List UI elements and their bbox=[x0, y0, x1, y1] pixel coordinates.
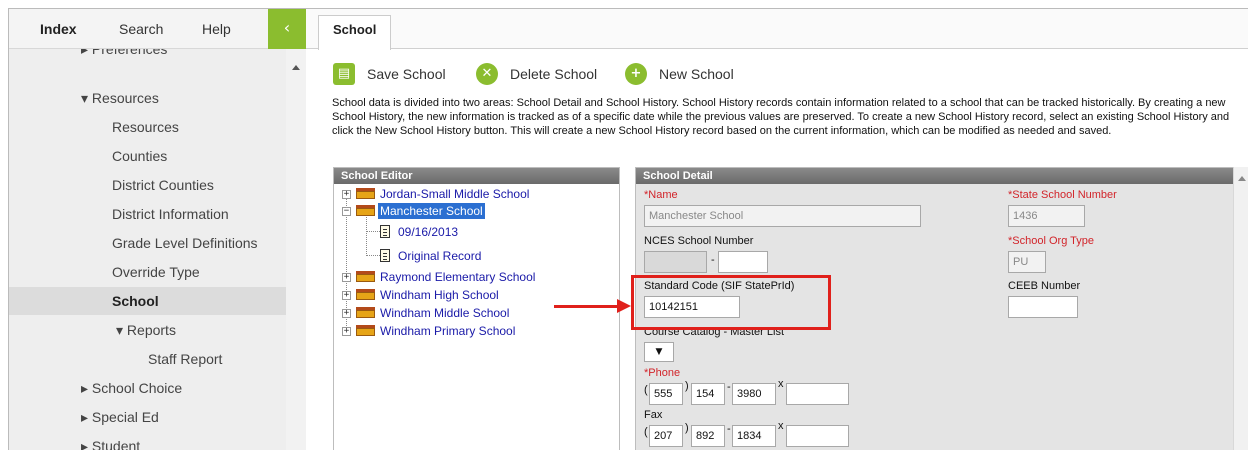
expand-icon[interactable]: + bbox=[342, 273, 351, 282]
collapse-sidebar-button[interactable]: ‹ bbox=[268, 9, 306, 49]
tab-school[interactable]: School bbox=[318, 15, 392, 50]
sidebar-item-grade-level-definitions[interactable]: Grade Level Definitions bbox=[112, 229, 258, 257]
chevron-down-icon: ▼ bbox=[655, 347, 663, 357]
sidebar-tabs: Index Search Help ‹ bbox=[9, 9, 306, 49]
save-icon: ▤ bbox=[333, 63, 355, 85]
school-bus-icon bbox=[356, 271, 375, 282]
collapse-icon[interactable]: − bbox=[342, 207, 351, 216]
sidebar-item-resources[interactable]: Resources bbox=[112, 113, 179, 141]
fax-label: Fax bbox=[644, 409, 663, 421]
delete-icon: ✕ bbox=[476, 63, 498, 85]
tree-line bbox=[366, 255, 380, 256]
nces-field-2[interactable] bbox=[718, 251, 768, 273]
document-icon bbox=[380, 249, 390, 262]
document-icon bbox=[380, 225, 390, 238]
school-bus-icon bbox=[356, 188, 375, 199]
state-school-number-label: *State School Number bbox=[1008, 189, 1117, 201]
chevron-left-icon: ‹ bbox=[283, 18, 291, 37]
ceeb-field[interactable] bbox=[1008, 296, 1078, 318]
main-area: School ▤ Save School ✕ Delete School + N… bbox=[306, 9, 1248, 450]
school-org-type-field[interactable]: PU bbox=[1008, 251, 1046, 273]
tree-line bbox=[366, 231, 380, 232]
plus-icon: + bbox=[625, 63, 647, 85]
main-tabbar: School bbox=[306, 9, 1248, 50]
phone-line-field[interactable]: 3980 bbox=[732, 383, 776, 405]
annotation-arrow bbox=[554, 305, 620, 308]
fax-ext-mark: x bbox=[778, 420, 784, 432]
school-editor-title: School Editor bbox=[334, 168, 619, 184]
school-bus-icon bbox=[356, 205, 375, 216]
sidebar-item-reports-folder[interactable]: ▾ Reports bbox=[116, 316, 176, 344]
sidebar-item-staff-report[interactable]: Staff Report bbox=[148, 345, 222, 373]
tab-index[interactable]: Index bbox=[40, 9, 77, 49]
sidebar-item-special-ed[interactable]: ▸ Special Ed bbox=[81, 403, 159, 431]
sidebar-item-school[interactable]: School bbox=[9, 287, 286, 315]
school-editor-panel: School Editor + Jordan-Small Middle Scho… bbox=[333, 167, 620, 450]
fax-area-field[interactable]: 207 bbox=[649, 425, 683, 447]
expand-icon[interactable]: + bbox=[342, 309, 351, 318]
sidebar-item-school-choice[interactable]: ▸ School Choice bbox=[81, 374, 182, 402]
school-org-type-label: *School Org Type bbox=[1008, 235, 1095, 247]
phone-paren-close: ) bbox=[685, 380, 689, 392]
sidebar: Index Search Help ‹ ▸ Preferences ▾ Reso… bbox=[9, 9, 306, 450]
info-text: School data is divided into two areas: S… bbox=[332, 97, 1230, 137]
tab-help[interactable]: Help bbox=[202, 9, 231, 49]
sidebar-item-resources-folder[interactable]: ▾ Resources bbox=[81, 84, 159, 112]
fax-line-field[interactable]: 1834 bbox=[732, 425, 776, 447]
scroll-up-icon[interactable] bbox=[1238, 176, 1246, 181]
phone-prefix-field[interactable]: 154 bbox=[691, 383, 725, 405]
expand-icon[interactable]: + bbox=[342, 291, 351, 300]
tab-search[interactable]: Search bbox=[119, 9, 163, 49]
fax-ext-field[interactable] bbox=[786, 425, 849, 447]
phone-dash: - bbox=[727, 381, 731, 393]
phone-area-field[interactable]: 555 bbox=[649, 383, 683, 405]
sidebar-item-counties[interactable]: Counties bbox=[112, 142, 167, 170]
sidebar-item-district-counties[interactable]: District Counties bbox=[112, 171, 214, 199]
app-frame: Index Search Help ‹ ▸ Preferences ▾ Reso… bbox=[8, 8, 1248, 450]
fax-paren-close: ) bbox=[685, 422, 689, 434]
fax-paren-open: ( bbox=[644, 426, 648, 438]
sidebar-scrollbar[interactable] bbox=[286, 49, 306, 450]
phone-ext-mark: x bbox=[778, 378, 784, 390]
school-detail-title: School Detail bbox=[636, 168, 1235, 184]
fax-prefix-field[interactable]: 892 bbox=[691, 425, 725, 447]
expand-icon[interactable]: + bbox=[342, 190, 351, 199]
nces-field-1[interactable] bbox=[644, 251, 707, 273]
scroll-up-icon[interactable] bbox=[292, 65, 300, 70]
phone-ext-field[interactable] bbox=[786, 383, 849, 405]
school-bus-icon bbox=[356, 307, 375, 318]
annotation-highlight-box bbox=[631, 275, 831, 330]
phone-label: *Phone bbox=[644, 367, 681, 379]
school-bus-icon bbox=[356, 325, 375, 336]
name-label: *Name bbox=[644, 189, 678, 201]
sidebar-list: ▸ Preferences ▾ Resources Resources Coun… bbox=[9, 49, 286, 450]
sidebar-item-student[interactable]: ▸ Student bbox=[81, 432, 140, 450]
state-school-number-field[interactable]: 1436 bbox=[1008, 205, 1085, 227]
ceeb-label: CEEB Number bbox=[1008, 280, 1081, 292]
school-bus-icon bbox=[356, 289, 375, 300]
annotation-arrow-head bbox=[617, 299, 631, 313]
sidebar-item-district-information[interactable]: District Information bbox=[112, 200, 229, 228]
main-scrollbar[interactable] bbox=[1233, 167, 1248, 450]
nces-label: NCES School Number bbox=[644, 235, 754, 247]
course-catalog-select[interactable]: ▼ bbox=[644, 342, 674, 362]
fax-dash: - bbox=[727, 423, 731, 435]
nces-separator: - bbox=[711, 254, 715, 266]
name-field[interactable]: Manchester School bbox=[644, 205, 921, 227]
sidebar-item-preferences[interactable]: ▸ Preferences bbox=[81, 49, 167, 63]
expand-icon[interactable]: + bbox=[342, 327, 351, 336]
phone-paren-open: ( bbox=[644, 384, 648, 396]
sidebar-item-override-type[interactable]: Override Type bbox=[112, 258, 200, 286]
